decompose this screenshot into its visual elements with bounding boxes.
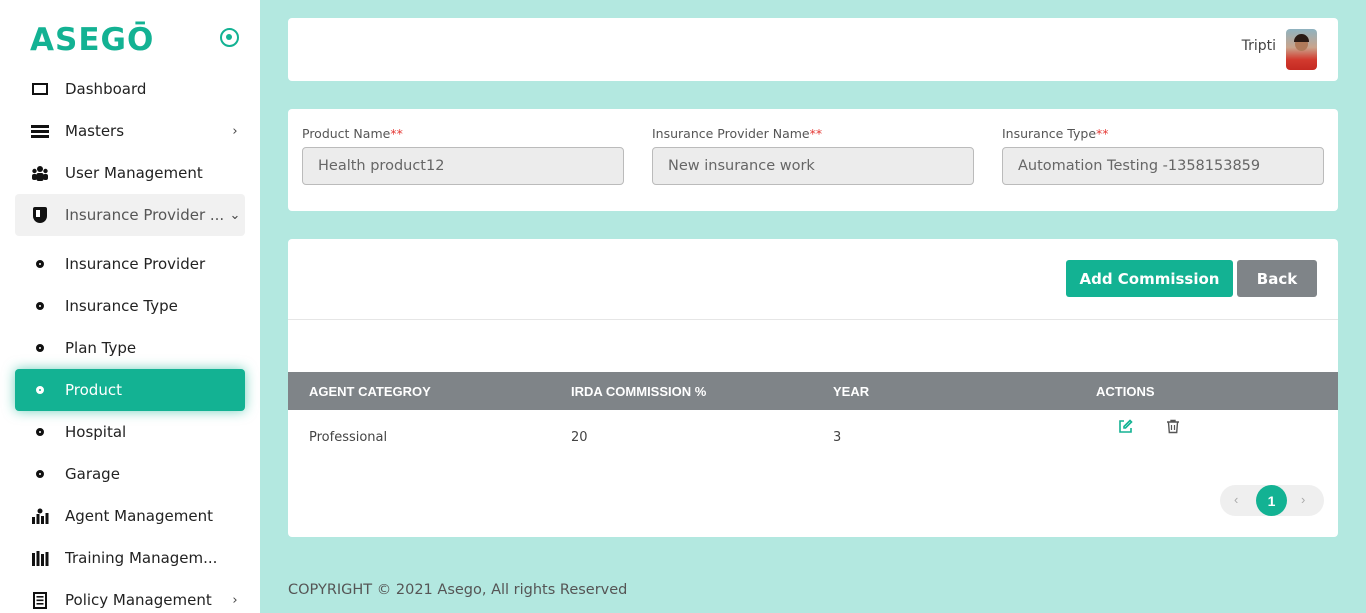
column-header[interactable]: AGENT CATEGROY [309,372,431,410]
commission-table-card: Add Commission Back AGENT CATEGROY IRDA … [288,239,1338,537]
shield-icon [15,207,65,223]
dot-icon [36,386,44,394]
sidebar-item-agent-management[interactable]: Agent Management [15,495,245,537]
list-icon [15,124,65,138]
insurance-type-label: Insurance Type [1002,126,1097,141]
required-mark: ** [809,126,823,141]
agent-category-cell: Professional [309,430,388,445]
chevron-down-icon: ⌄ [229,207,241,223]
sidebar-item-user-management[interactable]: User Management [15,152,245,194]
required-mark: ** [1096,126,1109,141]
asego-logo[interactable]: ASEGŌ [30,22,154,58]
sidebar-item-plan-type[interactable]: Plan Type [15,327,245,369]
sidebar-item-policy-management[interactable]: Policy Management › [15,579,245,613]
product-name-input[interactable]: Health product12 [302,147,624,185]
dot-icon [36,428,44,436]
edit-icon[interactable] [1117,418,1133,434]
sidebar-item-product[interactable]: Product [15,369,245,411]
column-header[interactable]: IRDA COMMISSION % [571,372,706,410]
product-name-label: Product Name [302,126,391,141]
agent-icon [15,508,65,524]
sidebar: ASEGŌ Dashboard Masters › User Managemen… [0,0,260,613]
users-icon [15,165,65,181]
user-name[interactable]: Tripti [1242,38,1276,54]
insurance-type-field: Insurance Type** Automation Testing -135… [1002,126,1324,185]
insurance-provider-name-label: Insurance Provider Name [652,126,810,141]
table-header: AGENT CATEGROY IRDA COMMISSION % YEAR AC… [288,372,1338,410]
sidebar-item-insurance-provider-group[interactable]: Insurance Provider ... ⌄ [15,194,245,236]
top-header: Tripti [288,18,1338,81]
footer-copyright: COPYRIGHT © 2021 Asego, All rights Reser… [288,582,628,598]
chevron-right-icon: › [232,123,238,139]
dot-icon [36,260,44,268]
dot-icon [36,470,44,478]
sidebar-item-hospital[interactable]: Hospital [15,411,245,453]
sidebar-toggle-icon[interactable] [220,28,239,47]
product-name-field: Product Name** Health product12 [302,126,624,185]
required-mark: ** [390,126,403,141]
sidebar-item-garage[interactable]: Garage [15,453,245,495]
pagination: ‹ 1 › [1220,485,1324,516]
dot-icon [36,302,44,310]
sidebar-item-masters[interactable]: Masters › [15,110,245,152]
column-header: ACTIONS [1096,383,1155,399]
previous-page-button[interactable]: ‹ [1234,492,1238,507]
product-details-card: Product Name** Health product12 Insuranc… [288,109,1338,211]
avatar[interactable] [1286,29,1317,70]
divider [288,319,1338,320]
back-button[interactable]: Back [1237,260,1317,297]
sidebar-item-training-management[interactable]: Training Managem... [15,537,245,579]
dot-icon [36,344,44,352]
sidebar-item-dashboard[interactable]: Dashboard [15,68,245,110]
year-cell: 3 [833,430,842,445]
chevron-right-icon: › [232,592,238,608]
sidebar-item-insurance-provider[interactable]: Insurance Provider [15,243,245,285]
training-icon [15,550,65,566]
delete-icon[interactable] [1165,418,1181,434]
insurance-provider-name-field: Insurance Provider Name** New insurance … [652,126,974,185]
insurance-type-input[interactable]: Automation Testing -1358153859 [1002,147,1324,185]
sidebar-item-insurance-type[interactable]: Insurance Type [15,285,245,327]
commission-cell: 20 [571,430,588,445]
table-row: Professional 20 3 [288,410,1338,465]
policy-icon [15,591,65,609]
column-header[interactable]: YEAR [833,372,869,410]
page-1-button[interactable]: 1 [1256,485,1287,516]
insurance-provider-name-input[interactable]: New insurance work [652,147,974,185]
dashboard-icon [15,83,65,95]
next-page-button[interactable]: › [1301,492,1305,507]
add-commission-button[interactable]: Add Commission [1066,260,1233,297]
